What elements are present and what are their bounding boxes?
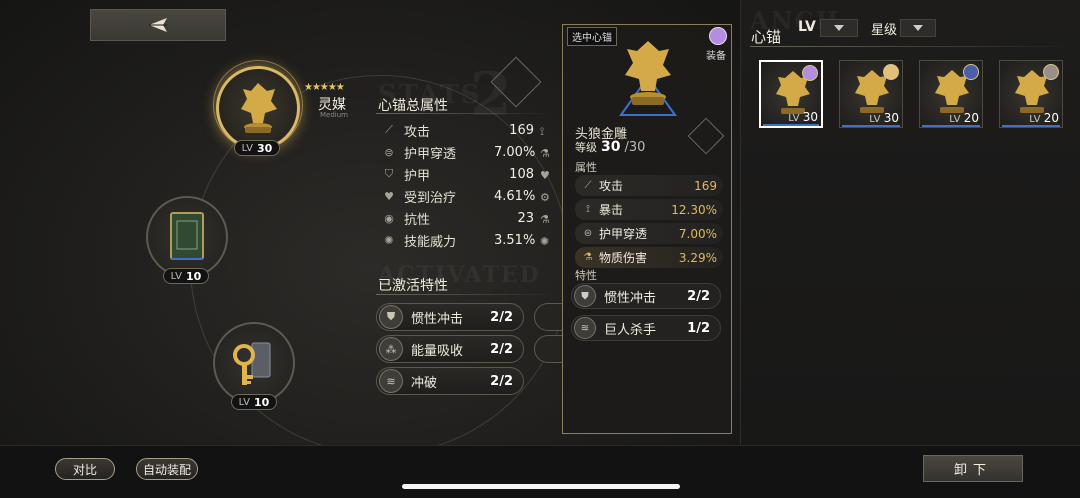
physical-dmg-icon: ⚗	[583, 252, 593, 263]
home-indicator[interactable]	[402, 484, 680, 489]
active-trait-4-partial[interactable]	[534, 303, 564, 331]
popup-stat-physical-dmg: ⚗ 物质伤害 3.29%	[575, 247, 723, 268]
total-stats-list: ⟋ 攻击 169 ⊜ 护甲穿透 7.00% ⛉ 护甲 108 ♥ 受到治疗 4.…	[382, 119, 535, 251]
chevron-down-icon	[834, 25, 844, 31]
owner-avatar-icon	[883, 64, 899, 80]
sort-star-dropdown[interactable]	[900, 19, 936, 37]
back-arrow-icon	[149, 18, 167, 32]
golden-wolf-bust-icon	[619, 41, 677, 116]
compare-button[interactable]: 对比	[55, 458, 115, 480]
inventory-title: 心锚	[751, 28, 782, 46]
slot-1-level: LV 30	[234, 140, 280, 156]
anchor-card-2[interactable]: LV 30	[839, 60, 903, 128]
popup-level: 等级 30/30	[575, 139, 646, 155]
resist-icon: ◉	[384, 211, 394, 225]
slot-2-level: LV 10	[163, 268, 209, 284]
green-book-icon	[170, 212, 204, 260]
attack-icon: ⟋	[385, 123, 393, 136]
card-4-level: LV 20	[1029, 111, 1059, 125]
anchor-card-3[interactable]: LV 20	[919, 60, 983, 128]
slot-1-stars: ★★★★★	[304, 82, 345, 93]
shield-trait-icon: ⛊	[379, 305, 403, 329]
popup-stat-crit: ⟟ 暴击 12.30%	[575, 199, 723, 220]
rarity-bar	[922, 125, 980, 127]
active-traits-title: 已激活特性	[378, 278, 448, 294]
sort-lv-label: LV	[798, 19, 816, 35]
unequip-button[interactable]: 卸下	[923, 455, 1023, 482]
rarity-bar	[763, 124, 819, 126]
auto-equip-button[interactable]: 自动装配	[136, 458, 198, 480]
shield-trait-icon: ⛊	[574, 285, 596, 307]
stat-row-healing: ♥ 受到治疗 4.61%	[382, 185, 535, 207]
stat-row-armor: ⛉ 护甲 108	[382, 163, 534, 185]
active-slot-glow-ring	[213, 60, 303, 150]
popup-emblem-icon	[687, 117, 725, 155]
attack-icon: ⟋	[584, 180, 592, 191]
active-trait-2[interactable]: ⁂ 能量吸收 2/2	[376, 335, 524, 363]
armor-pen-icon: ⊜	[384, 145, 394, 159]
stat-row-armor-pen: ⊜ 护甲穿透 7.00%	[382, 141, 535, 163]
golden-key-icon	[233, 342, 271, 385]
orbs-trait-icon: ⁂	[379, 337, 403, 361]
popup-attr-label: 属性	[575, 161, 597, 174]
slot-3-level: LV 10	[231, 394, 277, 410]
stat-row-skill: ✺ 技能威力 3.51%	[382, 229, 535, 251]
card-3-level: LV 20	[949, 111, 979, 125]
total-stats-divider	[376, 113, 556, 114]
back-button[interactable]	[90, 9, 226, 41]
popup-equip-label: 装备	[706, 51, 726, 62]
owner-avatar-icon	[1043, 64, 1059, 80]
slot-1-subname: Medium	[320, 111, 348, 119]
anchor-slot-2[interactable]	[146, 196, 228, 278]
card-2-level: LV 30	[869, 111, 899, 125]
popup-tag: 选中心锚	[567, 27, 617, 46]
rarity-bar	[1002, 125, 1060, 127]
armor-icon: ⛉	[384, 167, 394, 180]
popup-stat-armor-pen: ⊜ 护甲穿透 7.00%	[575, 223, 723, 244]
total-stats-title: 心锚总属性	[378, 98, 448, 114]
equipped-by-avatar-icon	[709, 27, 727, 45]
active-traits-divider	[376, 294, 556, 295]
sort-lv-dropdown[interactable]	[820, 19, 858, 37]
popup-trait-2[interactable]: ≋ 巨人杀手 1/2	[571, 315, 721, 341]
selected-anchor-popup: 选中心锚 装备 头狼金雕 等级 30/30 属性 ⟋ 攻击 169 ⟟ 暴击 1…	[562, 24, 732, 434]
popup-stats: ⟋ 攻击 169 ⟟ 暴击 12.30% ⊜ 护甲穿透 7.00% ⚗ 物质伤害…	[575, 175, 723, 268]
inventory-header-divider	[750, 46, 1080, 47]
crit-icon: ⟟	[586, 204, 590, 215]
stat-row-resist: ◉ 抗性 23	[382, 207, 534, 229]
armor-pen-icon: ⊜	[583, 228, 593, 239]
stats-second-column-icons: ⟟ ⚗ ♥ ⚙ ⚗ ✺	[540, 125, 550, 248]
stat-row-attack: ⟋ 攻击 169	[382, 119, 534, 141]
owner-avatar-icon	[963, 64, 979, 80]
active-trait-1[interactable]: ⛊ 惯性冲击 2/2	[376, 303, 524, 331]
owner-avatar-icon	[802, 65, 818, 81]
popup-stat-attack: ⟋ 攻击 169	[575, 175, 723, 196]
anchor-slot-3[interactable]	[213, 322, 295, 404]
card-1-level: LV 30	[788, 110, 818, 124]
anchor-card-1[interactable]: LV 30	[759, 60, 823, 128]
healing-icon: ♥	[384, 189, 394, 203]
rarity-bar	[842, 125, 900, 127]
active-trait-3[interactable]: ≋ 冲破 2/2	[376, 367, 524, 395]
anchor-card-4[interactable]: LV 20	[999, 60, 1063, 128]
swirl-trait-icon: ≋	[574, 317, 596, 339]
swirl-trait-icon: ≋	[379, 369, 403, 393]
active-trait-5-partial[interactable]	[534, 335, 564, 363]
popup-trait-label: 特性	[575, 269, 597, 282]
skill-icon: ✺	[384, 233, 394, 247]
sort-star-label: 星级	[871, 23, 898, 38]
popup-trait-1[interactable]: ⛊ 惯性冲击 2/2	[571, 283, 721, 309]
chevron-down-icon	[913, 25, 923, 31]
